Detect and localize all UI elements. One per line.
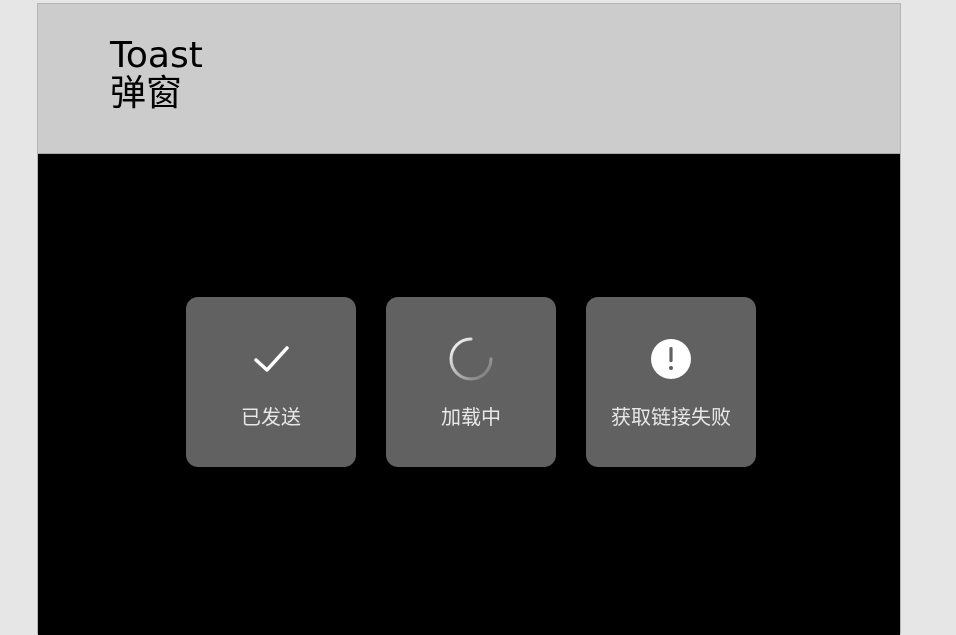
toast-label: 已发送 [241, 405, 301, 429]
toast-error: 获取链接失败 [586, 297, 756, 467]
spinner-icon [449, 337, 493, 381]
title-line-1: Toast [110, 35, 203, 76]
toast-preview-stage: 已发送 加载中 获取链接失败 [38, 154, 900, 635]
toast-label: 获取链接失败 [611, 405, 731, 429]
title-line-2: 弹窗 [110, 73, 183, 114]
page-title: Toast 弹窗 [110, 37, 203, 113]
page-header: Toast 弹窗 [38, 4, 900, 154]
toast-label: 加载中 [441, 405, 501, 429]
artboard-frame: Toast 弹窗 已发送 加载中 获取链接失败 [37, 3, 901, 635]
toast-sent: 已发送 [186, 297, 356, 467]
check-icon [254, 346, 289, 372]
exclamation-circle-icon [651, 339, 691, 379]
toast-loading: 加载中 [386, 297, 556, 467]
